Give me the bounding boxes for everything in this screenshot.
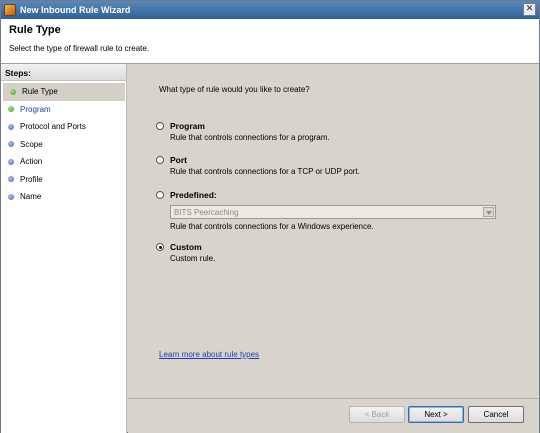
option-custom-description: Custom rule. xyxy=(170,254,216,263)
firewall-app-icon xyxy=(4,4,16,16)
page-title: Rule Type xyxy=(9,24,61,36)
option-port-label[interactable]: Port xyxy=(170,155,187,165)
wizard-header: Rule Type Select the type of firewall ru… xyxy=(1,19,539,64)
step-protocol-and-ports: Protocol and Ports xyxy=(1,118,126,136)
title-bar: New Inbound Rule Wizard ✕ xyxy=(1,1,539,19)
learn-more-link[interactable]: Learn more about rule types xyxy=(159,350,259,359)
step-profile: Profile xyxy=(1,171,126,189)
step-label: Profile xyxy=(20,174,43,184)
step-name: Name xyxy=(1,188,126,206)
step-label[interactable]: Program xyxy=(20,105,51,114)
radio-custom[interactable] xyxy=(156,243,164,251)
step-label: Action xyxy=(20,157,43,167)
back-button[interactable]: < Back xyxy=(349,406,405,423)
step-action: Action xyxy=(1,153,126,171)
wizard-footer: < Back Next > Cancel xyxy=(128,398,539,433)
radio-predefined[interactable] xyxy=(156,191,164,199)
step-label: Protocol and Ports xyxy=(20,122,86,132)
step-program[interactable]: Program xyxy=(1,101,126,119)
step-pending-icon xyxy=(8,123,14,130)
step-pending-icon xyxy=(8,193,14,200)
radio-program[interactable] xyxy=(156,122,164,130)
page-subtitle: Select the type of firewall rule to crea… xyxy=(9,44,150,53)
steps-heading: Steps: xyxy=(1,64,126,81)
window-title: New Inbound Rule Wizard xyxy=(20,5,131,15)
step-complete-icon xyxy=(10,88,16,95)
steps-pane: Steps: Rule Type Program Protocol and Po… xyxy=(1,64,127,433)
cancel-button[interactable]: Cancel xyxy=(468,406,524,423)
close-button[interactable]: ✕ xyxy=(523,3,536,16)
step-label: Rule Type xyxy=(22,87,58,97)
rule-type-question: What type of rule would you like to crea… xyxy=(159,85,310,94)
chevron-down-icon[interactable] xyxy=(483,207,494,217)
step-pending-icon xyxy=(8,158,14,165)
wizard-window: New Inbound Rule Wizard ✕ Rule Type Sele… xyxy=(0,0,540,433)
option-custom-label[interactable]: Custom xyxy=(170,242,202,252)
option-program-description: Rule that controls connections for a pro… xyxy=(170,133,330,142)
step-pending-icon xyxy=(8,176,14,183)
predefined-rule-select[interactable]: BITS Peercaching xyxy=(170,205,496,219)
step-label: Name xyxy=(20,192,42,202)
option-program-label[interactable]: Program xyxy=(170,121,205,131)
next-button[interactable]: Next > xyxy=(408,406,464,423)
predefined-rule-value: BITS Peercaching xyxy=(174,208,239,217)
option-predefined-label[interactable]: Predefined: xyxy=(170,190,217,200)
option-predefined-description: Rule that controls connections for a Win… xyxy=(170,222,374,231)
step-complete-icon xyxy=(8,106,14,113)
option-port-description: Rule that controls connections for a TCP… xyxy=(170,167,360,176)
radio-port[interactable] xyxy=(156,156,164,164)
step-label: Scope xyxy=(20,139,43,149)
main-content: What type of rule would you like to crea… xyxy=(128,64,539,398)
step-pending-icon xyxy=(8,141,14,148)
step-rule-type: Rule Type xyxy=(3,83,125,101)
step-scope: Scope xyxy=(1,136,126,154)
